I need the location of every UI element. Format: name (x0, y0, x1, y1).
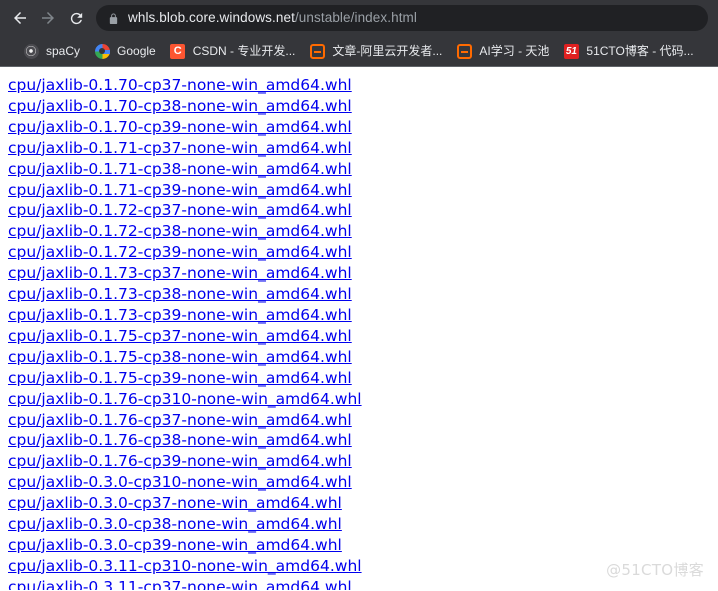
file-link[interactable]: cpu/jaxlib-0.3.0-cp310-none-win_amd64.wh… (8, 472, 352, 493)
browser-chrome: whls.blob.core.windows.net/unstable/inde… (0, 0, 718, 67)
file-link[interactable]: cpu/jaxlib-0.1.70-cp37-none-win_amd64.wh… (8, 75, 352, 96)
file-link[interactable]: cpu/jaxlib-0.1.72-cp37-none-win_amd64.wh… (8, 200, 352, 221)
file-link[interactable]: cpu/jaxlib-0.1.75-cp39-none-win_amd64.wh… (8, 368, 352, 389)
bookmark-csdn[interactable]: C CSDN - 专业开发... (163, 39, 303, 63)
file-link[interactable]: cpu/jaxlib-0.1.71-cp39-none-win_amd64.wh… (8, 180, 352, 201)
page-content: cpu/jaxlib-0.1.70-cp37-none-win_amd64.wh… (0, 67, 718, 590)
tianchi-favicon-icon (456, 43, 472, 59)
browser-toolbar: whls.blob.core.windows.net/unstable/inde… (0, 0, 718, 36)
watermark: @51CTO博客 (606, 561, 704, 579)
file-link[interactable]: cpu/jaxlib-0.1.76-cp310-none-win_amd64.w… (8, 389, 362, 410)
arrow-right-icon (42, 12, 54, 24)
url-host: whls.blob.core.windows.net (128, 10, 295, 25)
url-text: whls.blob.core.windows.net/unstable/inde… (128, 5, 417, 31)
url-path: /unstable/index.html (294, 10, 418, 25)
back-button[interactable] (6, 4, 34, 32)
bookmark-label: 51CTO博客 - 代码... (586, 44, 694, 58)
file-link[interactable]: cpu/jaxlib-0.3.0-cp38-none-win_amd64.whl (8, 514, 342, 535)
bookmark-aliyun[interactable]: 文章-阿里云开发者... (302, 39, 449, 63)
file-link[interactable]: cpu/jaxlib-0.1.76-cp39-none-win_amd64.wh… (8, 451, 352, 472)
bookmark-tianchi[interactable]: AI学习 - 天池 (449, 39, 556, 63)
bookmark-google[interactable]: Google (87, 39, 163, 63)
file-link[interactable]: cpu/jaxlib-0.1.72-cp39-none-win_amd64.wh… (8, 242, 352, 263)
file-link[interactable]: cpu/jaxlib-0.1.76-cp37-none-win_amd64.wh… (8, 410, 352, 431)
file-link[interactable]: cpu/jaxlib-0.1.76-cp38-none-win_amd64.wh… (8, 430, 352, 451)
lock-icon (108, 12, 119, 25)
file-link[interactable]: cpu/jaxlib-0.1.73-cp39-none-win_amd64.wh… (8, 305, 352, 326)
file-link[interactable]: cpu/jaxlib-0.1.71-cp38-none-win_amd64.wh… (8, 159, 352, 180)
reload-icon (70, 12, 82, 24)
bookmark-label: Google (117, 44, 156, 58)
file-link[interactable]: cpu/jaxlib-0.1.70-cp38-none-win_amd64.wh… (8, 96, 352, 117)
bookmark-51cto[interactable]: 51 51CTO博客 - 代码... (556, 39, 700, 63)
google-favicon-icon (94, 43, 110, 59)
forward-button[interactable] (34, 4, 62, 32)
file-link[interactable]: cpu/jaxlib-0.1.73-cp37-none-win_amd64.wh… (8, 263, 352, 284)
file-link[interactable]: cpu/jaxlib-0.1.73-cp38-none-win_amd64.wh… (8, 284, 352, 305)
spacy-favicon-icon: ⦿ (23, 43, 39, 59)
file-link-list: cpu/jaxlib-0.1.70-cp37-none-win_amd64.wh… (8, 75, 718, 590)
bookmark-spacy[interactable]: ⦿ spaCy (16, 39, 87, 63)
file-link[interactable]: cpu/jaxlib-0.3.0-cp39-none-win_amd64.whl (8, 535, 342, 556)
file-link[interactable]: cpu/jaxlib-0.3.11-cp310-none-win_amd64.w… (8, 556, 362, 577)
cto51-favicon-icon: 51 (563, 43, 579, 59)
bookmark-label: CSDN - 专业开发... (192, 44, 296, 58)
file-link[interactable]: cpu/jaxlib-0.3.11-cp37-none-win_amd64.wh… (8, 577, 352, 590)
file-link[interactable]: cpu/jaxlib-0.1.75-cp37-none-win_amd64.wh… (8, 326, 352, 347)
bookmark-label: spaCy (46, 44, 81, 58)
file-link[interactable]: cpu/jaxlib-0.1.70-cp39-none-win_amd64.wh… (8, 117, 352, 138)
file-link[interactable]: cpu/jaxlib-0.1.75-cp38-none-win_amd64.wh… (8, 347, 352, 368)
aliyun-favicon-icon (309, 43, 325, 59)
bookmark-label: 文章-阿里云开发者... (332, 44, 443, 58)
arrow-left-icon (14, 12, 26, 24)
csdn-favicon-icon: C (170, 43, 186, 59)
file-link[interactable]: cpu/jaxlib-0.1.72-cp38-none-win_amd64.wh… (8, 221, 352, 242)
reload-button[interactable] (62, 4, 90, 32)
address-bar[interactable]: whls.blob.core.windows.net/unstable/inde… (96, 5, 708, 31)
file-link[interactable]: cpu/jaxlib-0.1.71-cp37-none-win_amd64.wh… (8, 138, 352, 159)
bookmark-label: AI学习 - 天池 (479, 44, 550, 58)
bookmarks-bar: ⦿ spaCy Google C CSDN - 专业开发... 文章-阿里云开发… (0, 36, 718, 67)
file-link[interactable]: cpu/jaxlib-0.3.0-cp37-none-win_amd64.whl (8, 493, 342, 514)
